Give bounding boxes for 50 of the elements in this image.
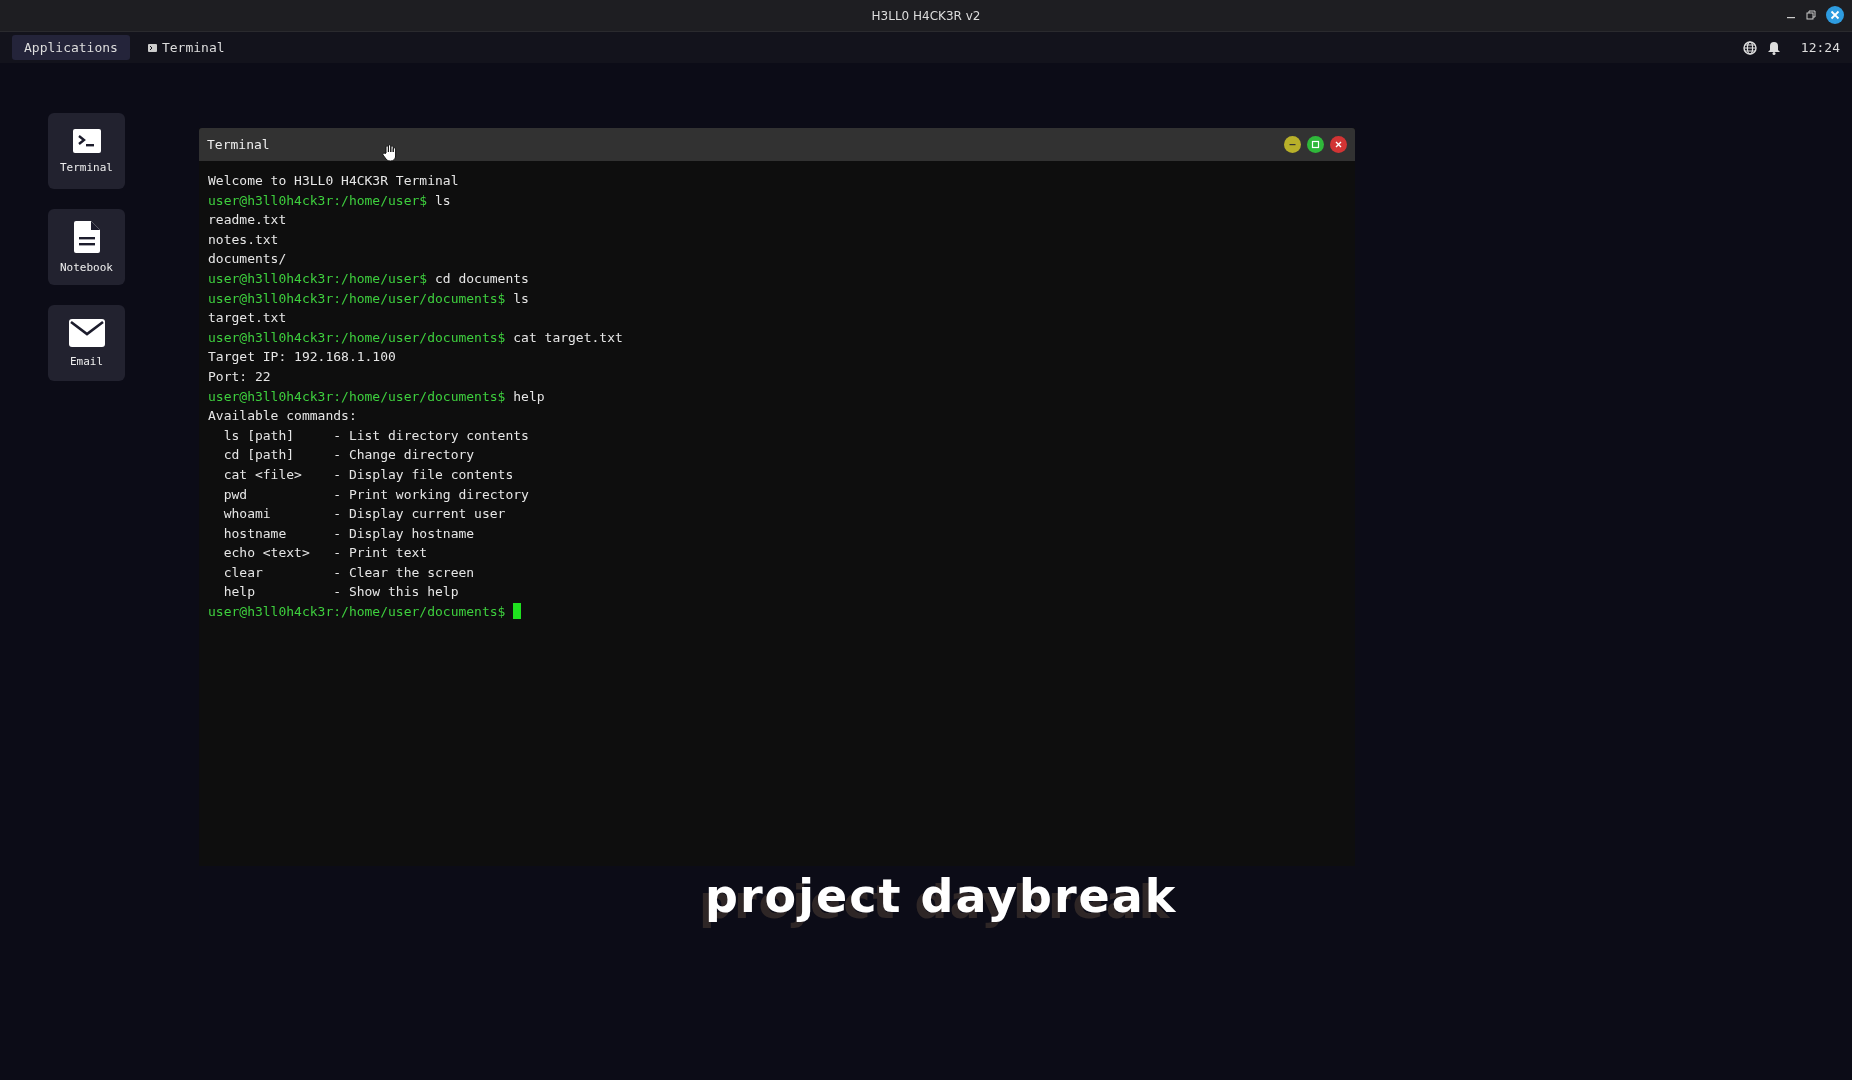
close-icon[interactable] bbox=[1826, 6, 1844, 24]
hand-cursor-icon bbox=[382, 144, 398, 162]
desktop-shortcut[interactable]: Terminal bbox=[48, 113, 125, 189]
terminal-output: ls [path] - List directory contents bbox=[222, 426, 529, 445]
text-cursor bbox=[513, 603, 522, 620]
document-icon bbox=[73, 220, 100, 253]
desktop-shortcut[interactable]: Notebook bbox=[48, 209, 125, 285]
terminal-output: target.txt bbox=[208, 309, 287, 328]
terminal-title: Terminal bbox=[207, 137, 270, 152]
terminal-title-bar[interactable]: Terminal bbox=[199, 128, 1355, 161]
shell-command: cat target.txt bbox=[513, 329, 623, 345]
clock: 12:24 bbox=[1800, 40, 1840, 55]
envelope-icon bbox=[68, 318, 105, 347]
shell-prompt: user@h3ll0h4ck3r:/home/user/documents$ bbox=[208, 388, 506, 404]
terminal-output: Available commands: bbox=[208, 407, 357, 426]
shell-command: help bbox=[513, 388, 545, 404]
terminal-output: help - Show this help bbox=[222, 583, 459, 602]
terminal-output: whoami - Display current user bbox=[222, 505, 506, 524]
restore-icon[interactable] bbox=[1806, 10, 1816, 20]
taskbar-item[interactable]: Terminal bbox=[139, 35, 233, 60]
window-title: H3LL0 H4CK3R v2 bbox=[871, 8, 981, 23]
terminal-output: Welcome to H3LL0 H4CK3R Terminal bbox=[208, 172, 459, 190]
terminal-icon bbox=[147, 43, 157, 52]
maximize-button[interactable] bbox=[1307, 136, 1324, 153]
shell-command: ls bbox=[513, 290, 529, 306]
terminal-output: readme.txt bbox=[208, 211, 287, 230]
shell-prompt: user@h3ll0h4ck3r:/home/user$ bbox=[208, 192, 428, 208]
terminal-output: cd [path] - Change directory bbox=[222, 446, 475, 465]
terminal-output: Port: 22 bbox=[208, 367, 271, 386]
terminal-output: pwd - Print working directory bbox=[222, 485, 529, 504]
shell-command: cd documents bbox=[435, 270, 529, 286]
shell-command: ls bbox=[435, 192, 451, 208]
shell-prompt: user@h3ll0h4ck3r:/home/user$ bbox=[208, 270, 428, 286]
terminal-output: Target IP: 192.168.1.100 bbox=[208, 348, 396, 367]
applications-menu-button[interactable]: Applications bbox=[12, 35, 130, 60]
shell-prompt: user@h3ll0h4ck3r:/home/user/documents$ bbox=[208, 604, 506, 620]
shell-prompt: user@h3ll0h4ck3r:/home/user/documents$ bbox=[208, 290, 506, 306]
terminal-output: echo <text> - Print text bbox=[222, 544, 428, 563]
bell-icon[interactable] bbox=[1766, 40, 1781, 55]
shell-prompt: user@h3ll0h4ck3r:/home/user/documents$ bbox=[208, 329, 506, 345]
globe-icon[interactable] bbox=[1742, 40, 1757, 55]
terminal-output: notes.txt bbox=[208, 230, 279, 249]
terminal-output: clear - Clear the screen bbox=[222, 563, 475, 582]
terminal-output: documents/ bbox=[208, 250, 287, 269]
terminal-icon bbox=[72, 128, 101, 153]
terminal-output: hostname - Display hostname bbox=[222, 524, 475, 543]
desktop-shortcut[interactable]: Email bbox=[48, 305, 125, 381]
terminal-output: cat <file> - Display file contents bbox=[222, 465, 514, 484]
close-button[interactable] bbox=[1330, 136, 1347, 153]
minimize-button[interactable] bbox=[1284, 136, 1301, 153]
